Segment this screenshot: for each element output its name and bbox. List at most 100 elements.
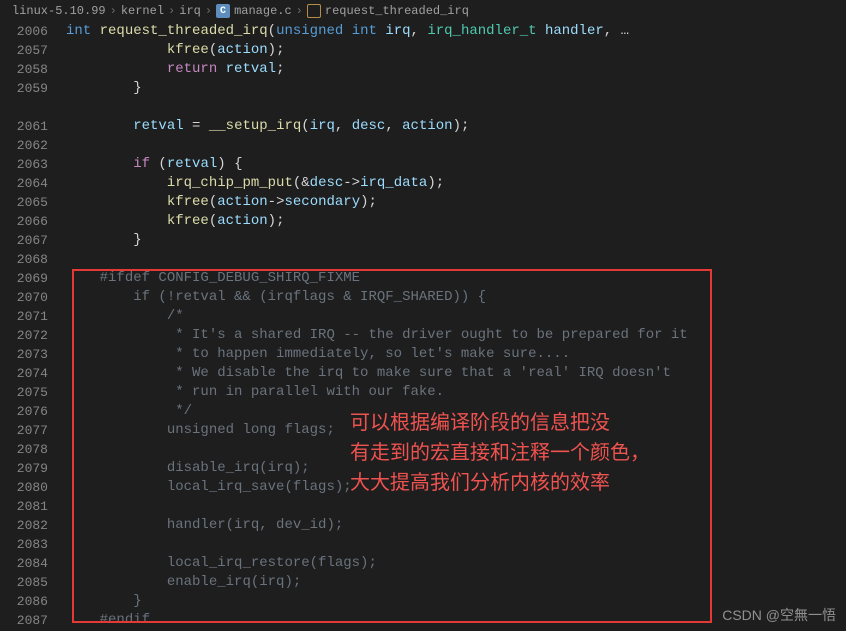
line-number: 2077 <box>0 421 66 440</box>
line-number: 2058 <box>0 60 66 79</box>
code-line[interactable]: 2072 * It's a shared IRQ -- the driver o… <box>0 326 846 345</box>
code-text: local_irq_restore(flags); <box>66 554 846 573</box>
line-number: 2063 <box>0 155 66 174</box>
line-number: 2067 <box>0 231 66 250</box>
code-line[interactable]: 2074 * We disable the irq to make sure t… <box>0 364 846 383</box>
code-line[interactable]: 2062 <box>0 136 846 155</box>
code-line[interactable]: 2066 kfree(action); <box>0 212 846 231</box>
code-text: return retval; <box>66 60 846 79</box>
line-number: 2074 <box>0 364 66 383</box>
breadcrumb-seg[interactable]: irq <box>179 4 201 18</box>
code-text: * It's a shared IRQ -- the driver ought … <box>66 326 846 345</box>
line-number: 2085 <box>0 573 66 592</box>
code-line[interactable]: 2063 if (retval) { <box>0 155 846 174</box>
code-line[interactable]: 2071 /* <box>0 307 846 326</box>
code-line[interactable]: 2080 local_irq_save(flags); <box>0 478 846 497</box>
code-line[interactable]: 2064 irq_chip_pm_put(&desc->irq_data); <box>0 174 846 193</box>
line-number: 2071 <box>0 307 66 326</box>
code-text: * to happen immediately, so let's make s… <box>66 345 846 364</box>
line-number: 2086 <box>0 592 66 611</box>
breadcrumb-sep: › <box>168 4 175 18</box>
code-line[interactable]: 2083 <box>0 535 846 554</box>
code-line[interactable]: 2059 } <box>0 79 846 98</box>
code-text: #ifdef CONFIG_DEBUG_SHIRQ_FIXME <box>66 269 846 288</box>
line-number: 2068 <box>0 250 66 269</box>
code-line[interactable]: 2084 local_irq_restore(flags); <box>0 554 846 573</box>
breadcrumb[interactable]: linux-5.10.99 › kernel › irq › C manage.… <box>0 0 846 22</box>
line-number: 2006 <box>0 22 66 41</box>
line-number: 2084 <box>0 554 66 573</box>
code-line[interactable]: 2079 disable_irq(irq); <box>0 459 846 478</box>
line-number: 2069 <box>0 269 66 288</box>
code-line[interactable]: 2065 kfree(action->secondary); <box>0 193 846 212</box>
breadcrumb-sep: › <box>205 4 212 18</box>
code-text: kfree(action->secondary); <box>66 193 846 212</box>
line-number: 2083 <box>0 535 66 554</box>
function-icon <box>307 4 321 18</box>
code-text: int request_threaded_irq(unsigned int ir… <box>66 22 846 41</box>
code-text: disable_irq(irq); <box>66 459 846 478</box>
code-line[interactable] <box>0 98 846 117</box>
line-number: 2061 <box>0 117 66 136</box>
code-text: kfree(action); <box>66 41 846 60</box>
code-text: irq_chip_pm_put(&desc->irq_data); <box>66 174 846 193</box>
c-file-icon: C <box>216 4 230 18</box>
breadcrumb-sep: › <box>296 4 303 18</box>
code-text <box>66 98 846 117</box>
code-line[interactable]: 2061 retval = __setup_irq(irq, desc, act… <box>0 117 846 136</box>
line-number: 2059 <box>0 79 66 98</box>
breadcrumb-seg[interactable]: kernel <box>121 4 164 18</box>
line-number: 2072 <box>0 326 66 345</box>
code-text <box>66 250 846 269</box>
line-number: 2066 <box>0 212 66 231</box>
code-line[interactable]: 2058 return retval; <box>0 60 846 79</box>
code-text: enable_irq(irq); <box>66 573 846 592</box>
code-line[interactable]: 2085 enable_irq(irq); <box>0 573 846 592</box>
code-line[interactable]: 2069 #ifdef CONFIG_DEBUG_SHIRQ_FIXME <box>0 269 846 288</box>
line-number: 2087 <box>0 611 66 630</box>
code-editor[interactable]: 2057 kfree(action);2058 return retval;20… <box>0 41 846 630</box>
code-line[interactable]: 2082 handler(irq, dev_id); <box>0 516 846 535</box>
code-line[interactable]: 2078 <box>0 440 846 459</box>
code-line[interactable]: 2086 } <box>0 592 846 611</box>
code-text: * run in parallel with our fake. <box>66 383 846 402</box>
code-line[interactable]: 2073 * to happen immediately, so let's m… <box>0 345 846 364</box>
line-number: 2076 <box>0 402 66 421</box>
line-number: 2082 <box>0 516 66 535</box>
line-number: 2081 <box>0 497 66 516</box>
breadcrumb-sep: › <box>110 4 117 18</box>
code-text: } <box>66 231 846 250</box>
code-line[interactable]: 2076 */ <box>0 402 846 421</box>
code-line[interactable]: 2081 <box>0 497 846 516</box>
code-text: if (!retval && (irqflags & IRQF_SHARED))… <box>66 288 846 307</box>
code-text: /* <box>66 307 846 326</box>
code-line[interactable]: 2067 } <box>0 231 846 250</box>
code-text: unsigned long flags; <box>66 421 846 440</box>
breadcrumb-symbol[interactable]: request_threaded_irq <box>325 4 469 18</box>
line-number: 2075 <box>0 383 66 402</box>
watermark: CSDN @空無一悟 <box>722 605 836 625</box>
code-text: retval = __setup_irq(irq, desc, action); <box>66 117 846 136</box>
code-text: handler(irq, dev_id); <box>66 516 846 535</box>
code-text: kfree(action); <box>66 212 846 231</box>
breadcrumb-seg[interactable]: linux-5.10.99 <box>12 4 106 18</box>
code-line[interactable]: 2087 #endif <box>0 611 846 630</box>
line-number: 2062 <box>0 136 66 155</box>
line-number: 2070 <box>0 288 66 307</box>
code-text <box>66 535 846 554</box>
sticky-signature-line[interactable]: 2006 int request_threaded_irq(unsigned i… <box>0 22 846 41</box>
code-line[interactable]: 2068 <box>0 250 846 269</box>
line-number <box>0 98 66 117</box>
line-number: 2079 <box>0 459 66 478</box>
breadcrumb-file[interactable]: manage.c <box>234 4 292 18</box>
code-text: if (retval) { <box>66 155 846 174</box>
line-number: 2078 <box>0 440 66 459</box>
code-text <box>66 497 846 516</box>
code-text: */ <box>66 402 846 421</box>
code-line[interactable]: 2077 unsigned long flags; <box>0 421 846 440</box>
line-number: 2057 <box>0 41 66 60</box>
code-line[interactable]: 2075 * run in parallel with our fake. <box>0 383 846 402</box>
code-line[interactable]: 2070 if (!retval && (irqflags & IRQF_SHA… <box>0 288 846 307</box>
code-line[interactable]: 2057 kfree(action); <box>0 41 846 60</box>
code-text: } <box>66 79 846 98</box>
